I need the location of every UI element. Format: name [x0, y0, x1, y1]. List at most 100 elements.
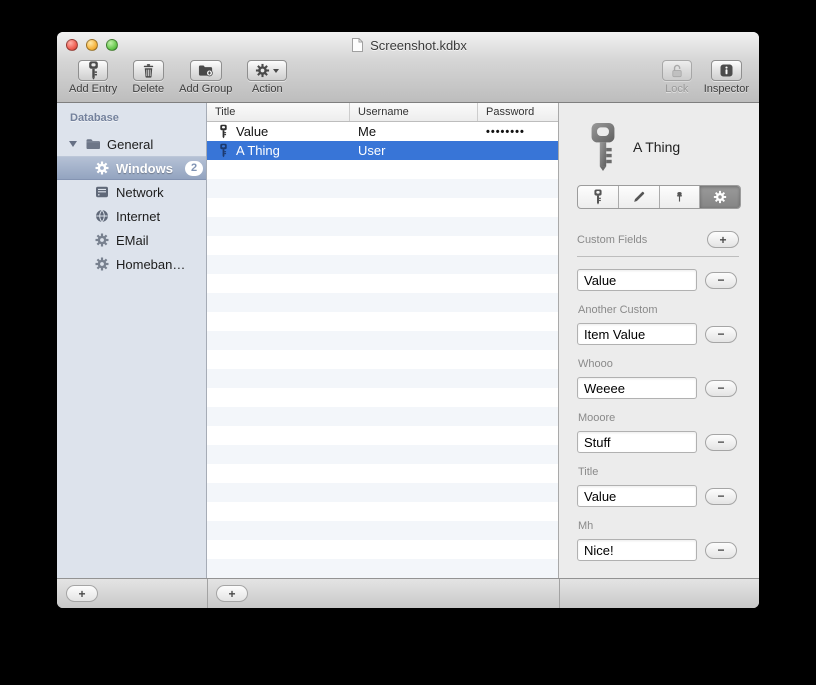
dropdown-caret-icon: [273, 68, 280, 73]
custom-field: −: [577, 269, 759, 291]
table-row[interactable]: Value Me ••••••••: [207, 122, 558, 141]
window-title-group: Screenshot.kdbx: [349, 37, 467, 53]
tab-attachments[interactable]: [660, 186, 701, 208]
zoom-button[interactable]: [106, 39, 118, 51]
empty-rows-area[interactable]: [207, 160, 558, 578]
server-icon: [96, 186, 108, 198]
custom-field: Whooo −: [577, 358, 759, 399]
entry-username: Me: [358, 124, 377, 139]
remove-field-button[interactable]: −: [705, 541, 737, 559]
custom-field: Mh −: [577, 520, 759, 561]
custom-field: Mooore −: [577, 412, 759, 453]
entry-title: Value: [236, 124, 269, 139]
sidebar-item-label: Network: [116, 184, 164, 200]
field-value-input[interactable]: [577, 269, 697, 291]
bottom-bar-divider: [559, 579, 560, 608]
column-header-password[interactable]: Password: [478, 103, 558, 121]
custom-fields-section: Custom Fields +: [577, 231, 739, 248]
key-icon: [88, 61, 98, 80]
inspector-header: A Thing: [559, 103, 759, 183]
sidebar-item-label: Windows: [116, 160, 173, 176]
bottom-bar-divider: [207, 579, 208, 608]
field-value-input[interactable]: [577, 431, 697, 453]
inspector-tabs: [577, 185, 741, 209]
sidebar-item-windows[interactable]: Windows 2: [57, 156, 206, 180]
field-label: Another Custom: [578, 304, 658, 316]
tab-custom-fields[interactable]: [700, 186, 740, 208]
sidebar-item-network[interactable]: Network: [57, 180, 206, 204]
add-field-button[interactable]: +: [707, 231, 739, 248]
sidebar-item-internet[interactable]: Internet: [57, 204, 206, 228]
gear-icon: [95, 161, 109, 175]
minimize-button[interactable]: [86, 39, 98, 51]
remove-field-button[interactable]: −: [705, 379, 737, 397]
action-button[interactable]: Action: [247, 60, 288, 95]
column-header-username[interactable]: Username: [350, 103, 478, 121]
tab-notes[interactable]: [619, 186, 660, 208]
gear-icon: [95, 257, 109, 271]
inspector-label: Inspector: [703, 83, 749, 95]
lock-button[interactable]: Lock: [661, 60, 692, 95]
custom-fields-list: − Another Custom − Whooo −: [559, 257, 759, 565]
remove-field-button[interactable]: −: [705, 487, 737, 505]
sidebar-item-label: Homeban…: [116, 256, 186, 272]
delete-button[interactable]: Delete: [132, 60, 164, 95]
sidebar-item-label: Internet: [116, 208, 161, 224]
item-count-badge: 2: [184, 160, 204, 176]
remove-field-button[interactable]: −: [705, 271, 737, 289]
add-group-label: Add Group: [179, 83, 233, 95]
sidebar-item-email[interactable]: EMail: [57, 228, 206, 252]
content-area: Database General Windows 2 Network Inter…: [57, 103, 759, 578]
field-label: Whooo: [578, 358, 613, 370]
add-entry-button[interactable]: Add Entry: [69, 60, 117, 95]
toolbar-right-group: Lock Inspector: [661, 60, 749, 95]
remove-field-button[interactable]: −: [705, 325, 737, 343]
key-icon: [220, 143, 227, 158]
add-group-bottom-button[interactable]: +: [66, 585, 98, 602]
custom-field: Title −: [577, 466, 759, 507]
entry-password: ••••••••: [486, 125, 525, 138]
toolbar: Add Entry Delete Add Group Action Lock I…: [57, 58, 759, 103]
sidebar-item-label: EMail: [116, 232, 149, 248]
table-row-selected[interactable]: A Thing User: [207, 141, 558, 160]
field-value-input[interactable]: [577, 539, 697, 561]
key-icon: [220, 124, 227, 139]
add-entry-label: Add Entry: [69, 83, 118, 95]
window-title: Screenshot.kdbx: [370, 37, 467, 53]
add-entry-bottom-button[interactable]: +: [216, 585, 248, 602]
folder-icon: [86, 139, 100, 149]
close-button[interactable]: [66, 39, 78, 51]
custom-fields-label: Custom Fields: [577, 233, 648, 246]
entry-username: User: [358, 143, 386, 158]
inspector-button[interactable]: Inspector: [704, 60, 749, 95]
lock-label: Lock: [665, 83, 689, 95]
titlebar[interactable]: Screenshot.kdbx: [57, 32, 759, 58]
gear-icon: [714, 190, 727, 204]
field-value-input[interactable]: [577, 323, 697, 345]
add-group-button[interactable]: Add Group: [179, 60, 232, 95]
disclosure-triangle-icon[interactable]: [69, 141, 77, 147]
field-label: Mooore: [578, 412, 616, 424]
document-icon: [352, 38, 364, 52]
sidebar: Database General Windows 2 Network Inter…: [57, 103, 207, 578]
column-header-title[interactable]: Title: [207, 103, 350, 121]
gear-icon: [95, 233, 109, 247]
sidebar-item-general[interactable]: General: [57, 132, 206, 156]
sidebar-item-homebanking[interactable]: Homeban…: [57, 252, 206, 276]
custom-field: Another Custom −: [577, 304, 759, 345]
pushpin-icon: [676, 191, 682, 202]
inspector-panel: A Thing Custom Fields + Value − Another …: [559, 103, 759, 578]
table-header: Title Username Password: [207, 103, 558, 122]
info-icon: [720, 64, 733, 77]
field-value-input[interactable]: [577, 377, 697, 399]
field-value-input[interactable]: [577, 485, 697, 507]
remove-field-button[interactable]: −: [705, 433, 737, 451]
toolbar-left-group: Add Entry Delete Add Group Action: [69, 60, 288, 95]
entry-title: A Thing: [236, 143, 280, 158]
field-label: Title: [578, 466, 599, 478]
tab-key[interactable]: [578, 186, 619, 208]
window-chrome: Screenshot.kdbx Add Entry Delete Add Gro…: [57, 32, 759, 103]
entry-table: Title Username Password Value Me •••••••…: [207, 103, 559, 578]
inspector-entry-title: A Thing: [633, 139, 681, 155]
gear-icon: [256, 63, 270, 78]
